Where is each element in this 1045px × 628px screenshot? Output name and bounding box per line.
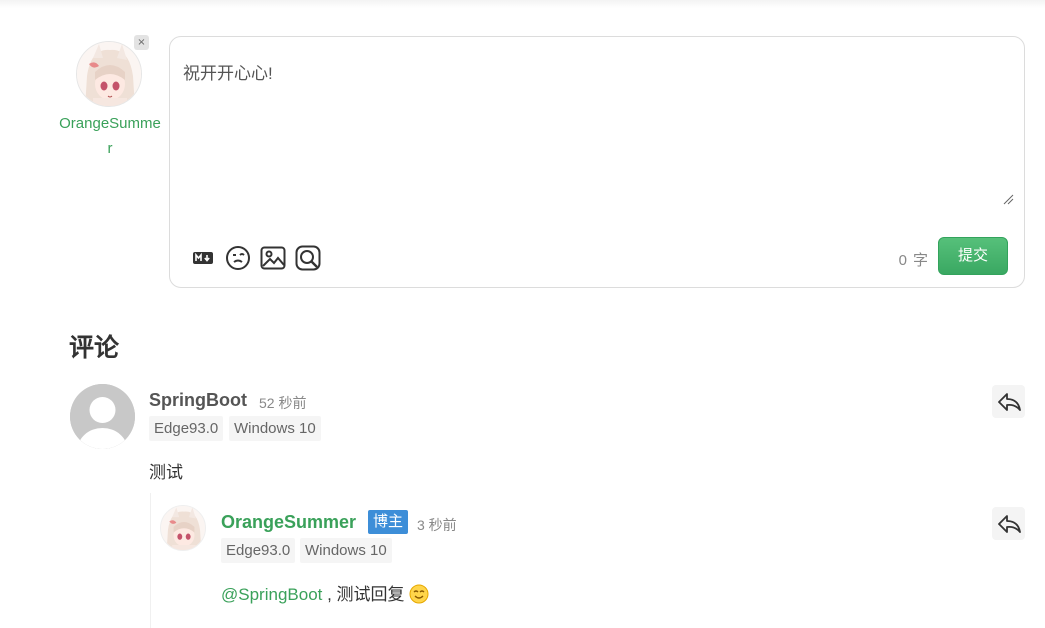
preview-icon[interactable]: [294, 244, 322, 272]
comments-title: 评论: [69, 334, 120, 362]
browser-tag: Edge93.0: [149, 416, 224, 441]
char-count: 0: [898, 252, 907, 269]
comment-author[interactable]: SpringBoot: [149, 390, 247, 411]
reply-button[interactable]: [992, 385, 1025, 418]
reply-avatar[interactable]: [160, 505, 206, 551]
logout-close-icon[interactable]: ×: [134, 35, 149, 50]
reply-icon: [997, 392, 1021, 411]
smiley-emoji-icon: [409, 584, 429, 604]
markdown-icon[interactable]: [189, 244, 217, 272]
os-tag: Windows 10: [300, 538, 392, 563]
emoji-icon[interactable]: [224, 244, 252, 272]
char-counter: 0字: [899, 249, 928, 270]
comment-editor[interactable]: 祝开开心心! 0字 提交: [169, 36, 1025, 288]
reply-icon: [997, 514, 1021, 533]
comment-time: 52 秒前: [259, 395, 307, 411]
browser-tag: Edge93.0: [221, 538, 296, 563]
top-divider: [0, 0, 1045, 8]
char-unit: 字: [912, 252, 928, 269]
image-icon[interactable]: [259, 244, 287, 272]
submit-button[interactable]: 提交: [938, 237, 1008, 275]
reply-button[interactable]: [992, 507, 1025, 540]
reply-thread-line: [150, 493, 151, 628]
reply-author[interactable]: OrangeSummer: [221, 512, 356, 533]
anime-avatar-image: [161, 506, 205, 550]
os-tag: Windows 10: [229, 416, 321, 441]
reply-text: , 测试回复: [322, 585, 410, 604]
comment-body: 测试: [149, 463, 183, 482]
current-user-name[interactable]: OrangeSummer: [58, 111, 162, 161]
mention-link[interactable]: @SpringBoot: [221, 585, 322, 604]
user-avatar[interactable]: [76, 41, 142, 107]
comment-textarea[interactable]: 祝开开心心!: [183, 59, 273, 84]
anime-avatar-image: [77, 42, 141, 106]
commenter-avatar[interactable]: [70, 384, 135, 449]
resize-handle-icon[interactable]: [1002, 193, 1014, 205]
owner-badge: 博主: [368, 510, 409, 534]
reply-time: 3 秒前: [417, 517, 457, 533]
default-user-icon: [70, 384, 135, 449]
reply-body: @SpringBoot , 测试回复: [221, 580, 429, 605]
